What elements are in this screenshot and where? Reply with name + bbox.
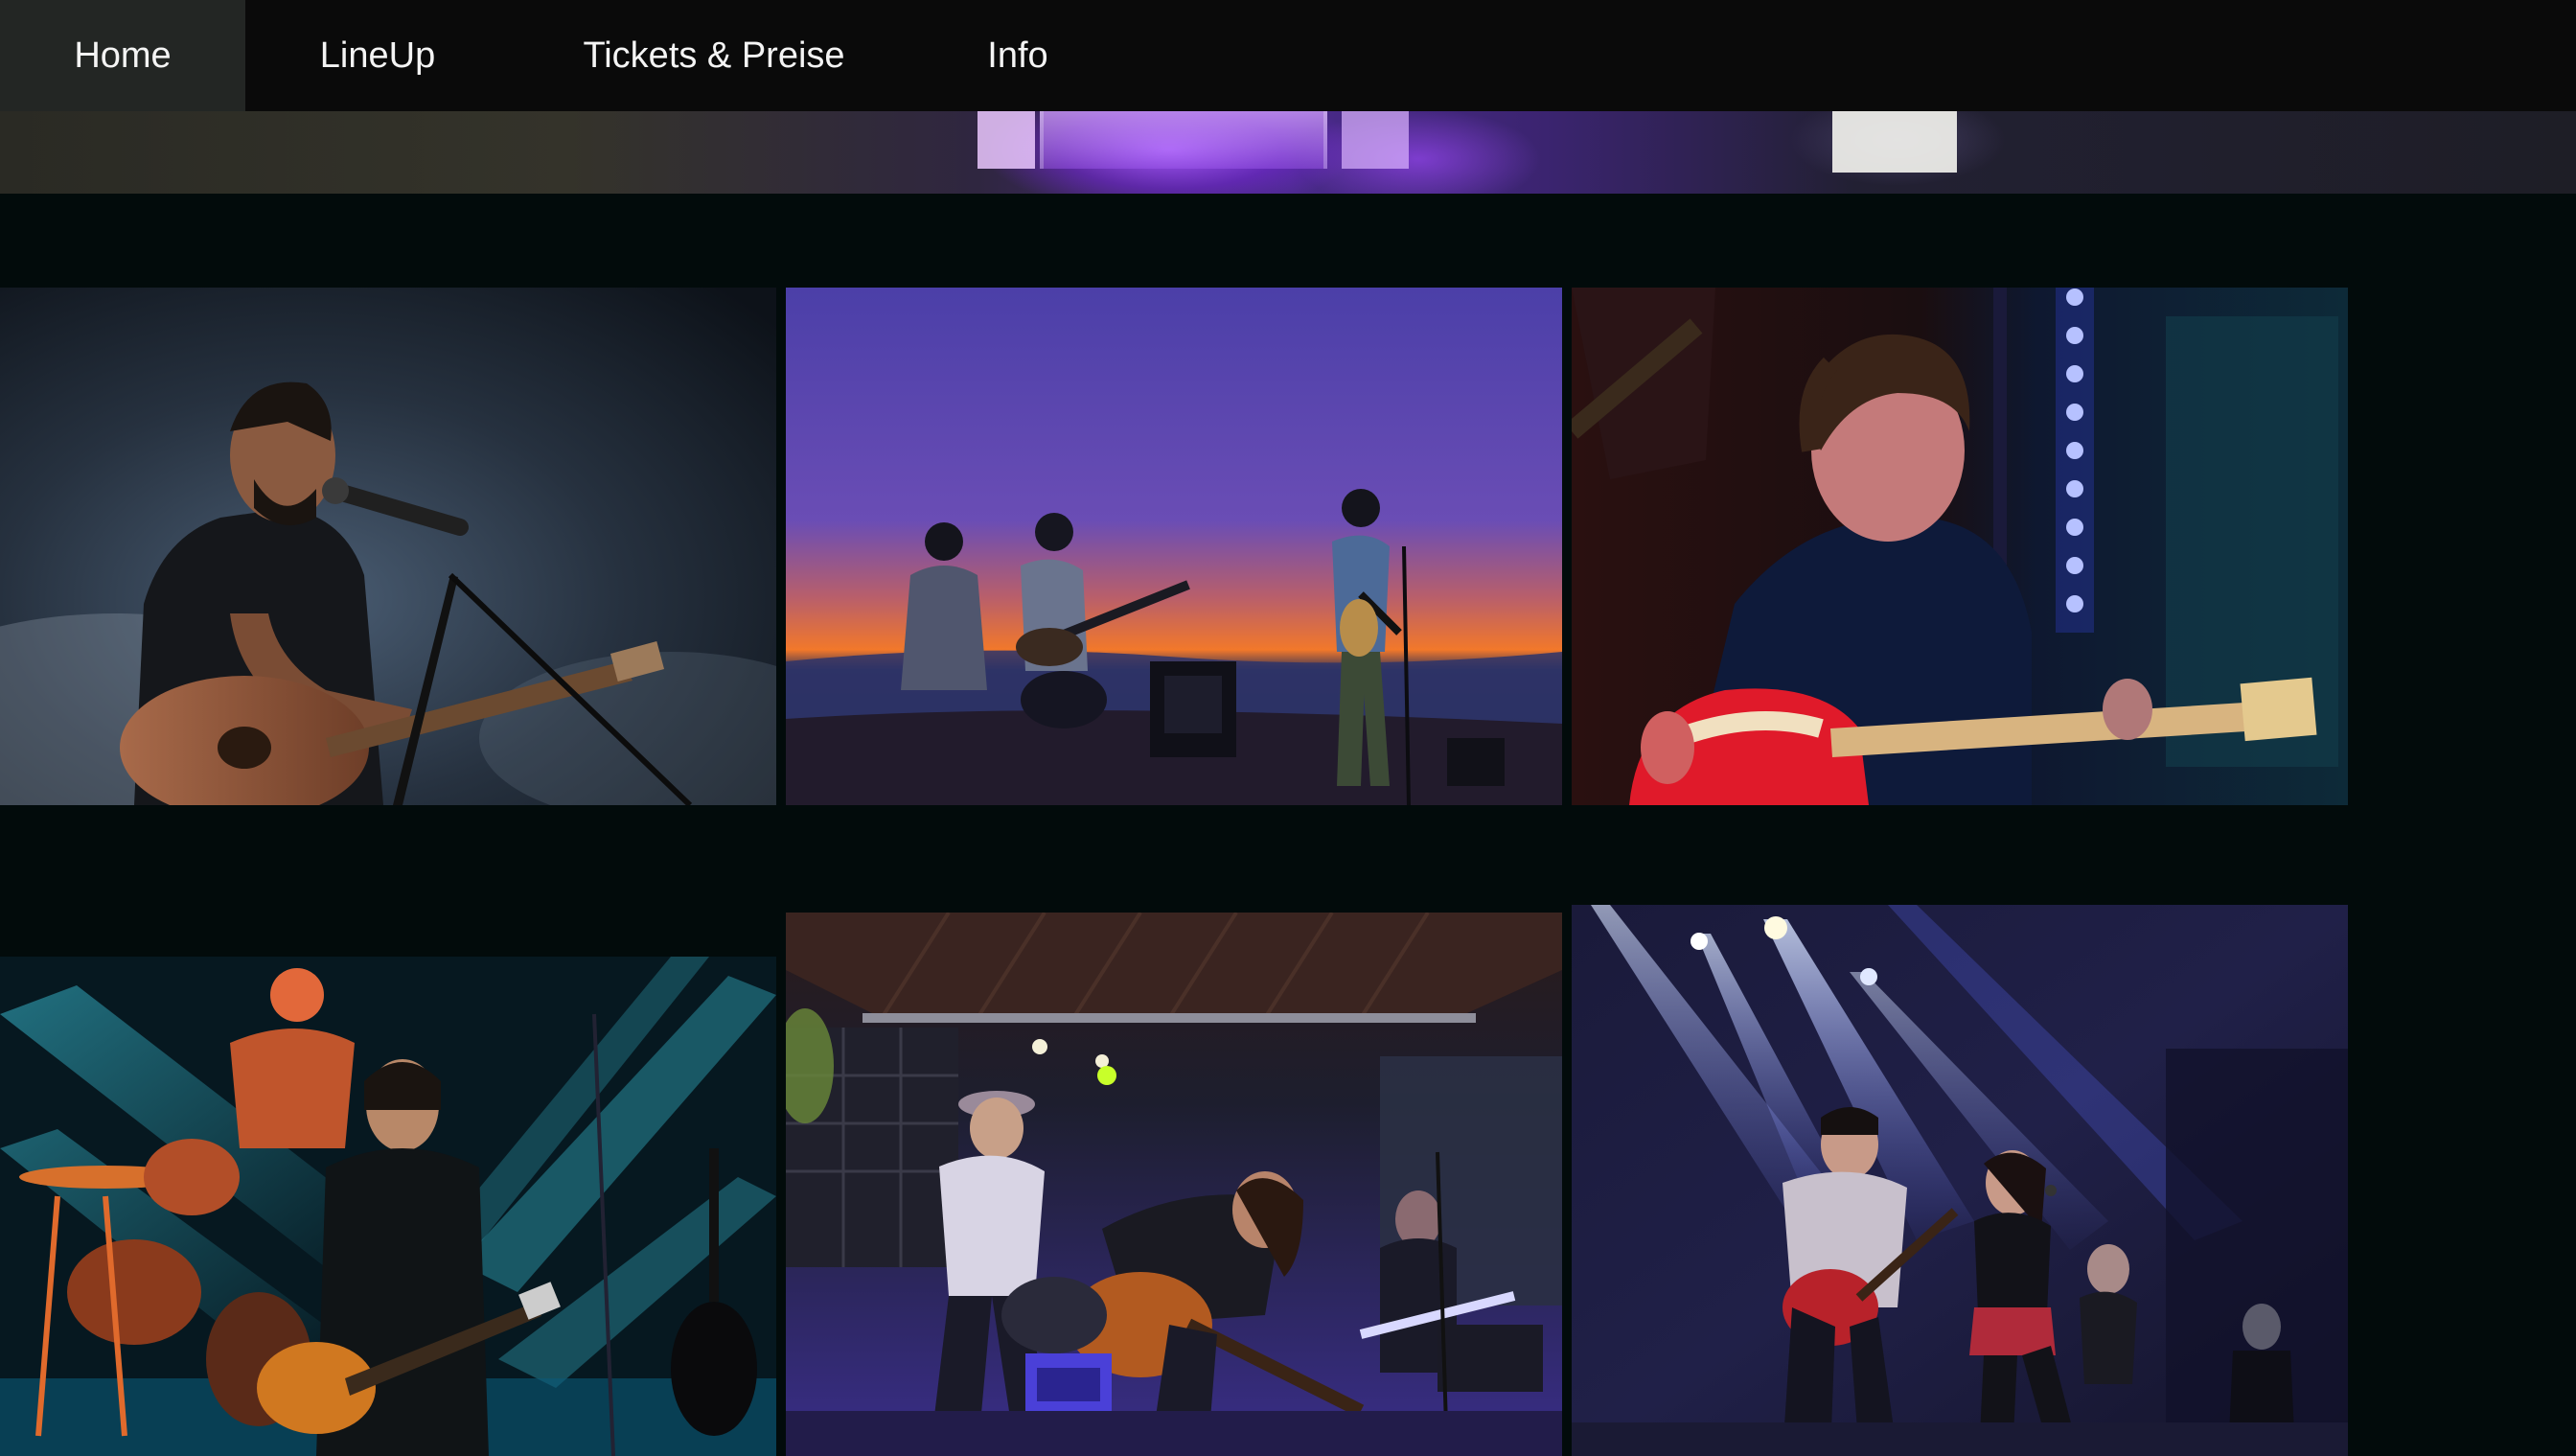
gallery-photo-4[interactable] (0, 957, 776, 1456)
gallery-photo-6[interactable] (1572, 905, 2348, 1456)
photo-band-sunset (786, 288, 1562, 805)
gallery-photo-1[interactable] (0, 288, 776, 805)
photo-band-teal-beams (0, 957, 776, 1456)
hero-banner-image (0, 111, 2576, 194)
nav-item-info[interactable]: Info (918, 0, 1117, 111)
photo-singer-acoustic-guitar (0, 288, 776, 805)
nav-item-home[interactable]: Home (0, 0, 245, 111)
gallery-photo-3[interactable] (1572, 288, 2348, 805)
gallery-photo-5[interactable] (786, 913, 1562, 1456)
gallery-photo-2[interactable] (786, 288, 1562, 805)
nav-item-lineup[interactable]: LineUp (245, 0, 510, 111)
nav-item-tickets-preise[interactable]: Tickets & Preise (510, 0, 918, 111)
main-navigation: Home LineUp Tickets & Preise Info (0, 0, 2576, 111)
photo-guitarist-red-blue (1572, 288, 2348, 805)
photo-blue-spotlights (1572, 905, 2348, 1456)
photo-outdoor-stage-night (786, 913, 1562, 1456)
